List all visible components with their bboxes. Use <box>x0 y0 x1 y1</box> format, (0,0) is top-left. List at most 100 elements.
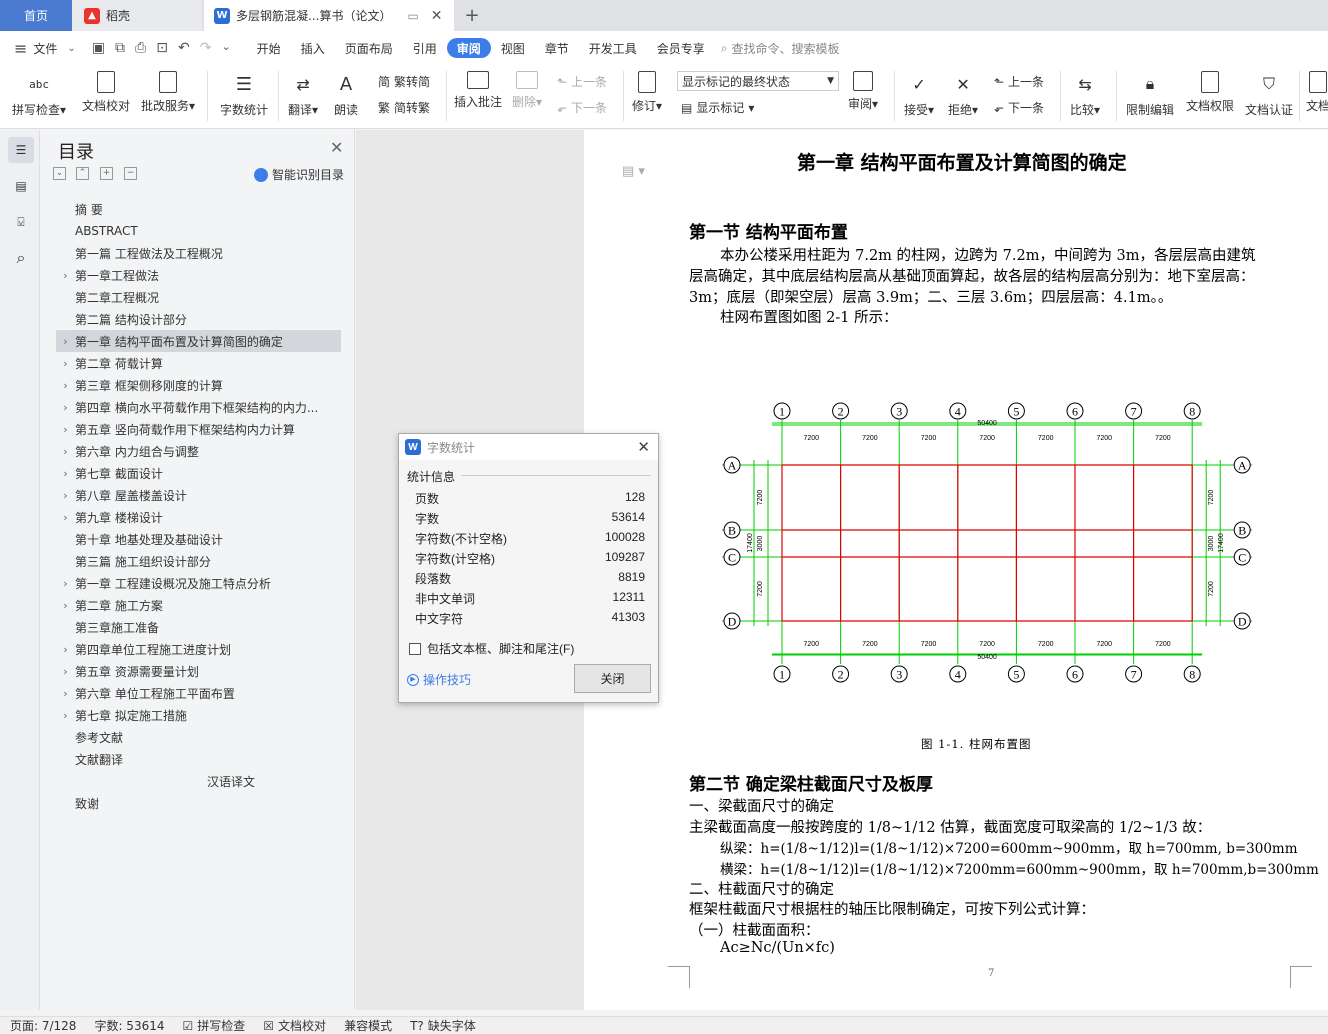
proofread-status[interactable]: ☒ 文档校对 <box>253 1017 334 1034</box>
toc-item[interactable]: › 第七章 截面设计 <box>56 462 341 484</box>
word-count-button[interactable]: ☰ 字数统计 <box>220 71 268 118</box>
chevron-right-icon[interactable]: › <box>56 335 75 348</box>
collapse-all-icon[interactable]: ⌄ <box>53 167 66 180</box>
dialog-titlebar[interactable]: W 字数统计 <box>399 434 658 460</box>
trad-to-simp-button[interactable]: 简繁转简 <box>378 73 430 90</box>
reject-button[interactable]: ✕ 拒绝▾ <box>948 71 978 118</box>
toc-item[interactable]: › 第三章 框架侧移刚度的计算 <box>56 374 341 396</box>
save-icon[interactable]: ▣ <box>92 40 105 56</box>
simp-to-trad-button[interactable]: 繁简转繁 <box>378 99 430 116</box>
doc-cert-button[interactable]: ⛉ 文档认证 <box>1245 71 1293 118</box>
toc-item[interactable]: ABSTRACT <box>56 220 341 242</box>
chevron-right-icon[interactable]: › <box>56 577 75 590</box>
spell-check-button[interactable]: abc 拼写检查▾ <box>12 71 66 118</box>
menu-member[interactable]: 会员专享 <box>647 38 715 58</box>
chevron-right-icon[interactable]: › <box>56 709 75 722</box>
chevron-right-icon[interactable]: › <box>56 599 75 612</box>
toc-item[interactable]: 参考文献 <box>56 726 341 748</box>
chevron-right-icon[interactable]: › <box>56 489 75 502</box>
toc-item[interactable]: 第三章施工准备 <box>56 616 341 638</box>
tab-home[interactable]: 首页 <box>0 0 72 31</box>
batch-service-button[interactable]: 批改服务▾ <box>141 71 195 114</box>
chevron-right-icon[interactable]: › <box>56 687 75 700</box>
toc-item[interactable]: › 第五章 资源需要量计划 <box>56 660 341 682</box>
accept-button[interactable]: ✓ 接受▾ <box>904 71 934 118</box>
close-icon[interactable]: ✕ <box>637 438 650 456</box>
menu-layout[interactable]: 页面布局 <box>335 38 403 58</box>
menu-file[interactable]: 文件 <box>27 38 67 58</box>
hamburger-icon[interactable]: ≡ <box>0 39 27 58</box>
delete-comment-button[interactable]: 删除▾ <box>512 71 542 110</box>
word-count-indicator[interactable]: 字数: 53614 <box>84 1017 172 1034</box>
include-textbox-checkbox[interactable]: 包括文本框、脚注和尾注(F) <box>409 640 574 657</box>
toc-item[interactable]: 文献翻译 <box>56 748 341 770</box>
toc-item[interactable]: 第十章 地基处理及基础设计 <box>56 528 341 550</box>
toc-item[interactable]: › 第一章 工程建设概况及施工特点分析 <box>56 572 341 594</box>
toc-icon[interactable]: ☰ <box>8 137 34 163</box>
toc-item[interactable]: › 第六章 内力组合与调整 <box>56 440 341 462</box>
tab-pin-icon[interactable]: ▭ <box>407 9 418 23</box>
smart-toc-button[interactable]: 智能识别目录 <box>254 166 344 183</box>
show-markup-button[interactable]: ▤ 显示标记 ▾ <box>681 99 754 116</box>
toc-item[interactable]: › 第六章 单位工程施工平面布置 <box>56 682 341 704</box>
toc-item[interactable]: › 第二章 施工方案 <box>56 594 341 616</box>
toc-item[interactable]: › 第二章 荷载计算 <box>56 352 341 374</box>
expand-up-icon[interactable]: ⌃ <box>76 167 89 180</box>
tips-link[interactable]: ▶ 操作技巧 <box>407 671 471 688</box>
close-icon[interactable]: ✕ <box>330 138 343 157</box>
toc-item[interactable]: 致谢 <box>56 792 341 814</box>
more-icon[interactable]: ⌄ <box>221 40 230 56</box>
spell-check-status[interactable]: ☑ 拼写检查 <box>173 1017 254 1034</box>
toc-item[interactable]: 第二篇 结构设计部分 <box>56 308 341 330</box>
doc-permission-button[interactable]: 文档权限 <box>1186 71 1234 114</box>
next-comment-button[interactable]: ⬐ 下一条 <box>557 99 607 116</box>
toc-item[interactable]: › 第一章工程做法 <box>56 264 341 286</box>
toc-item[interactable]: 摘 要 <box>56 198 341 220</box>
chevron-right-icon[interactable]: › <box>56 269 75 282</box>
toc-item[interactable]: › 第八章 屋盖楼盖设计 <box>56 484 341 506</box>
menu-reference[interactable]: 引用 <box>403 38 447 58</box>
chevron-right-icon[interactable]: › <box>56 401 75 414</box>
search-icon[interactable]: ⌕ <box>8 245 34 271</box>
page-indicator[interactable]: 页面: 7/128 <box>0 1017 84 1034</box>
proofread-button[interactable]: 文档校对 <box>82 71 130 114</box>
toc-item[interactable]: 第一篇 工程做法及工程概况 <box>56 242 341 264</box>
menu-view[interactable]: 视图 <box>491 38 535 58</box>
toc-item[interactable]: › 第一章 结构平面布置及计算简图的确定 <box>56 330 341 352</box>
doc-more-button[interactable]: 文档 <box>1306 71 1328 114</box>
tab-close-icon[interactable]: ✕ <box>431 8 443 24</box>
prev-change-button[interactable]: ⬑ 上一条 <box>994 73 1044 90</box>
document-page[interactable]: ▤ ▾ 第一章 结构平面布置及计算简图的确定 第一节 结构平面布置 本办公楼采用… <box>584 130 1328 1010</box>
review-pane-button[interactable]: 审阅▾ <box>848 71 878 112</box>
undo-icon[interactable]: ↶ <box>178 40 190 56</box>
chevron-right-icon[interactable]: › <box>56 467 75 480</box>
chevron-right-icon[interactable]: › <box>56 665 75 678</box>
menu-start[interactable]: 开始 <box>247 38 291 58</box>
print-preview-icon[interactable]: ⊡ <box>156 40 168 56</box>
chevron-right-icon[interactable]: › <box>56 643 75 656</box>
toc-item[interactable]: › 第七章 拟定施工措施 <box>56 704 341 726</box>
toc-item[interactable]: › 第五章 竖向荷载作用下框架结构内力计算 <box>56 418 341 440</box>
menu-review[interactable]: 审阅 <box>446 38 491 58</box>
markup-state-select[interactable]: 显示标记的最终状态 ▼ <box>677 71 839 91</box>
track-changes-button[interactable]: 修订▾ <box>632 71 662 114</box>
toc-item[interactable]: › 第四章单位工程施工进度计划 <box>56 638 341 660</box>
prev-comment-button[interactable]: ⬑ 上一条 <box>557 73 607 90</box>
add-heading-icon[interactable]: + <box>100 167 113 180</box>
tab-document[interactable]: W 多层钢筋混凝...算书（论文） ▭ ✕ <box>204 0 454 31</box>
bookmark-icon[interactable]: ⍌ <box>8 209 34 235</box>
chevron-right-icon[interactable]: › <box>56 379 75 392</box>
insert-comment-button[interactable]: 插入批注 <box>454 71 502 110</box>
print-icon[interactable]: ⎙ <box>135 40 146 56</box>
tab-daoke[interactable]: ▲ 稻壳 <box>72 0 202 31</box>
chevron-right-icon[interactable]: › <box>56 423 75 436</box>
missing-font-status[interactable]: T? 缺失字体 <box>400 1017 484 1034</box>
next-change-button[interactable]: ⬐ 下一条 <box>994 99 1044 116</box>
toc-item[interactable]: 第三篇 施工组织设计部分 <box>56 550 341 572</box>
chevron-right-icon[interactable]: › <box>56 511 75 524</box>
read-aloud-button[interactable]: A 朗读 <box>333 71 359 118</box>
page-tools-icon[interactable]: ▤ ▾ <box>622 164 645 179</box>
menu-chapter[interactable]: 章节 <box>535 38 579 58</box>
new-tab-button[interactable]: + <box>460 0 484 31</box>
translate-button[interactable]: ⇄ 翻译▾ <box>288 71 318 118</box>
